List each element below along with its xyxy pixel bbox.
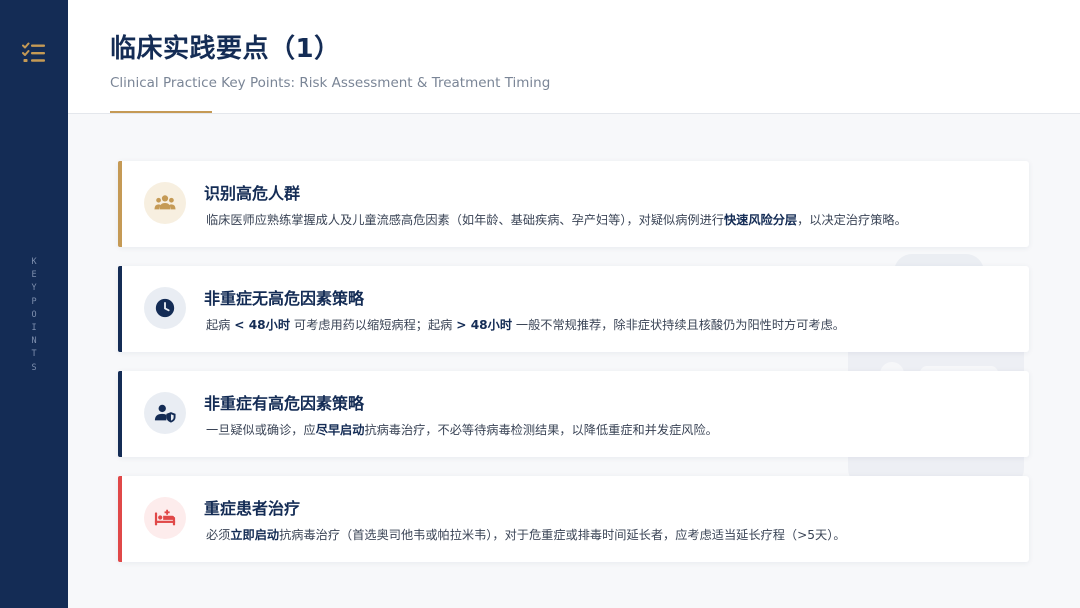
- card-icon-circle: [144, 287, 186, 329]
- card-non-severe-with-risk: 非重症有高危因素策略 一旦疑似或确诊，应尽早启动抗病毒治疗，不必等待病毒检测结果…: [118, 371, 1029, 457]
- card-title: 非重症有高危因素策略: [204, 394, 365, 413]
- description-text: 抗病毒治疗（首选奥司他韦或帕拉米韦），对于危重症或排毒时间延长者，应考虑适当延长…: [279, 528, 846, 542]
- hospital-bed-icon: [154, 509, 176, 526]
- description-text: 一般不常规推荐，除非症状持续且核酸仍为阳性时方可考虑。: [512, 318, 845, 332]
- card-icon-circle: [144, 392, 186, 434]
- page-subtitle: Clinical Practice Key Points: Risk Asses…: [110, 75, 551, 91]
- title-accent-line: [110, 111, 212, 113]
- clock-icon: [155, 298, 175, 318]
- checklist-icon: [22, 42, 45, 62]
- card-high-risk-groups: 识别高危人群 临床医师应熟练掌握成人及儿童流感高危因素（如年龄、基础疾病、孕产妇…: [118, 161, 1029, 247]
- card-description: 必须立即启动抗病毒治疗（首选奥司他韦或帕拉米韦），对于危重症或排毒时间延长者，应…: [206, 525, 846, 543]
- card-icon-circle: [144, 497, 186, 539]
- group-people-icon: [154, 195, 176, 210]
- description-text: 必须: [206, 528, 231, 542]
- vertical-letter: P: [31, 296, 37, 307]
- vertical-letter: S: [31, 362, 37, 373]
- card-icon-circle: [144, 182, 186, 224]
- user-shield-icon: [154, 404, 176, 423]
- description-text: 一旦疑似或确诊，应: [206, 423, 316, 437]
- card-description: 起病 < 48小时 可考虑用药以缩短病程；起病 > 48小时 一般不常规推荐，除…: [206, 315, 845, 333]
- card-non-severe-no-risk: 非重症无高危因素策略 起病 < 48小时 可考虑用药以缩短病程；起病 > 48小…: [118, 266, 1029, 352]
- sidebar: K E Y P O I N T S: [0, 0, 68, 608]
- card-description: 临床医师应熟练掌握成人及儿童流感高危因素（如年龄、基础疾病、孕产妇等），对疑似病…: [206, 210, 907, 228]
- card-title: 非重症无高危因素策略: [204, 289, 365, 308]
- highlight-text: 快速风险分层: [723, 213, 798, 227]
- vertical-letter: T: [31, 349, 37, 360]
- card-title: 重症患者治疗: [204, 499, 301, 518]
- card-severe-treatment: 重症患者治疗 必须立即启动抗病毒治疗（首选奥司他韦或帕拉米韦），对于危重症或排毒…: [118, 476, 1029, 562]
- description-text: 临床医师应熟练掌握成人及儿童流感高危因素（如年龄、基础疾病、孕产妇等），对疑似病…: [206, 213, 724, 227]
- description-text: 抗病毒治疗，不必等待病毒检测结果，以降低重症和并发症风险。: [364, 423, 718, 437]
- vertical-letter: N: [31, 336, 37, 347]
- card-title: 识别高危人群: [204, 184, 301, 203]
- card-accent-bar: [118, 266, 122, 352]
- highlight-text: < 48小时: [234, 318, 291, 332]
- vertical-letter: K: [31, 257, 37, 267]
- description-text: 可考虑用药以缩短病程；起病: [290, 318, 457, 332]
- description-text: 起病: [206, 318, 235, 332]
- header: 临床实践要点（1） Clinical Practice Key Points: …: [68, 0, 1080, 114]
- vertical-letter: I: [31, 323, 37, 334]
- card-accent-bar: [118, 161, 122, 247]
- description-text: ，以决定治疗策略。: [797, 213, 907, 227]
- page-title: 临床实践要点（1）: [110, 34, 341, 64]
- vertical-section-label: K E Y P O I N T S: [26, 256, 42, 375]
- vertical-letter: Y: [31, 283, 37, 294]
- highlight-text: 立即启动: [230, 528, 280, 542]
- card-accent-bar: [118, 476, 122, 562]
- vertical-letter: O: [31, 309, 37, 320]
- highlight-text: 尽早启动: [315, 423, 365, 437]
- highlight-text: > 48小时: [456, 318, 513, 332]
- card-description: 一旦疑似或确诊，应尽早启动抗病毒治疗，不必等待病毒检测结果，以降低重症和并发症风…: [206, 420, 718, 438]
- card-accent-bar: [118, 371, 122, 457]
- vertical-letter: E: [31, 270, 37, 281]
